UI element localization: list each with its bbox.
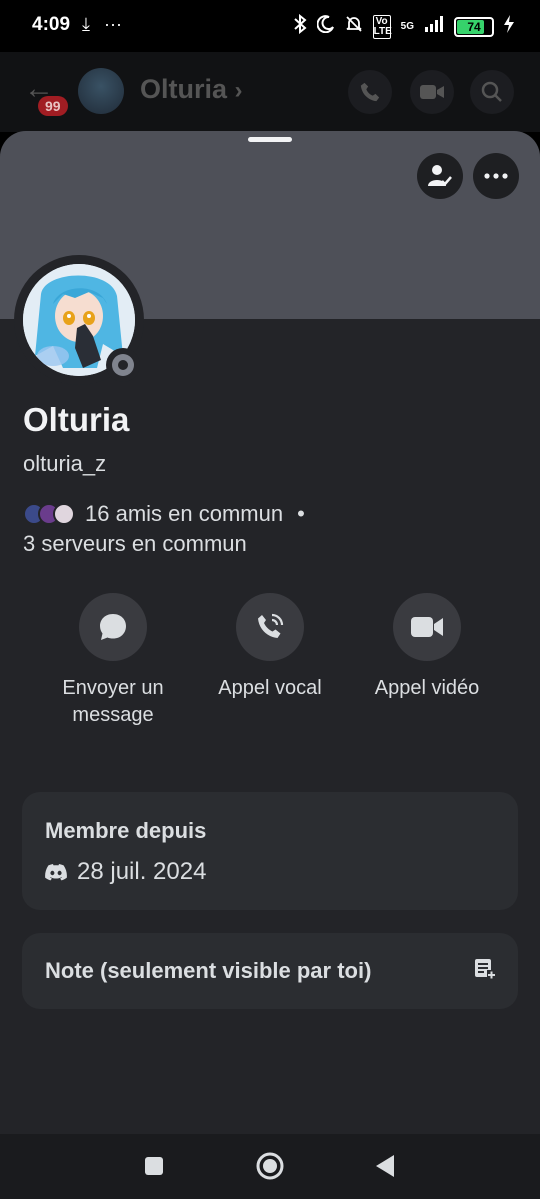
chat-bubble-icon (100, 614, 126, 640)
note-card[interactable]: Note (seulement visible par toi) (22, 933, 518, 1009)
video-call-header-button[interactable] (410, 70, 454, 114)
video-call-action[interactable]: Appel vidéo (352, 593, 502, 702)
separator-dot: • (297, 501, 305, 526)
phone-call-icon (258, 613, 284, 638)
battery-level: 74 (467, 19, 481, 34)
unread-badge: 99 (38, 96, 68, 116)
drag-handle[interactable] (248, 137, 292, 142)
voice-call-button[interactable] (236, 593, 304, 661)
voice-call-action[interactable]: Appel vocal (195, 593, 345, 702)
send-message-button[interactable] (79, 593, 147, 661)
bluetooth-icon (293, 13, 307, 39)
search-header-button[interactable] (470, 70, 514, 114)
more-options-button[interactable] (473, 153, 519, 199)
recents-icon[interactable] (144, 1156, 164, 1176)
charging-icon (504, 15, 514, 38)
system-nav-bar (0, 1134, 540, 1199)
volte-indicator: Vo LTE (372, 14, 392, 39)
more-notifications-icon: ··· (103, 14, 122, 34)
member-since-title: Membre depuis (45, 818, 207, 843)
ellipsis-icon (484, 173, 508, 179)
add-note-icon[interactable] (474, 958, 496, 980)
battery-indicator: 74 (454, 16, 494, 37)
video-camera-icon (411, 617, 443, 637)
member-since-card: Membre depuis 28 juil. 2024 (22, 792, 518, 910)
signal-icon (424, 16, 444, 37)
mutual-section: 16 amis en commun • 3 serveurs en commun (23, 499, 305, 559)
do-not-disturb-icon (316, 15, 335, 38)
dm-header: ← 99 Olturia › (0, 52, 540, 132)
profile-sheet: Olturia olturia_z 16 amis en commun • 3 … (0, 131, 540, 1134)
mutual-servers-link[interactable]: 3 serveurs en commun (23, 529, 305, 559)
note-title: Note (seulement visible par toi) (45, 958, 372, 983)
network-type: 5G (400, 20, 414, 32)
mutual-friends-link[interactable]: 16 amis en commun (85, 499, 283, 529)
video-call-label: Appel vidéo (374, 677, 480, 699)
voice-call-header-button[interactable] (348, 70, 392, 114)
discord-logo-icon (45, 863, 67, 880)
header-username[interactable]: Olturia › (140, 74, 243, 105)
username: olturia_z (23, 451, 107, 476)
mutual-avatar (53, 503, 75, 525)
voice-call-label: Appel vocal (218, 677, 322, 699)
back-triangle-icon[interactable] (374, 1154, 396, 1178)
status-time: 4:09 (32, 14, 71, 35)
chevron-right-icon: › (234, 77, 243, 104)
send-message-action[interactable]: Envoyer un message (38, 593, 188, 729)
home-icon[interactable] (256, 1152, 284, 1180)
download-icon: ⤓ (82, 14, 90, 34)
phone-icon (360, 82, 380, 102)
member-since-date: 28 juil. 2024 (77, 858, 207, 885)
mute-bell-icon (345, 15, 363, 38)
search-icon (481, 81, 502, 102)
video-call-button[interactable] (393, 593, 461, 661)
send-message-label: Envoyer un message (62, 677, 164, 726)
header-avatar[interactable] (78, 68, 124, 114)
display-name: Olturia (23, 401, 130, 438)
header-username-text: Olturia (140, 74, 228, 104)
mutual-friends-avatars[interactable] (23, 503, 75, 525)
video-icon (420, 85, 444, 99)
friend-check-icon (428, 165, 452, 186)
status-bar: 4:09 ⤓ ··· Vo LTE 5G 74 (0, 0, 540, 52)
profile-actions: Envoyer un message Appel vocal Appel vid… (0, 593, 540, 763)
friend-status-button[interactable] (417, 153, 463, 199)
offline-status-indicator (106, 348, 140, 382)
